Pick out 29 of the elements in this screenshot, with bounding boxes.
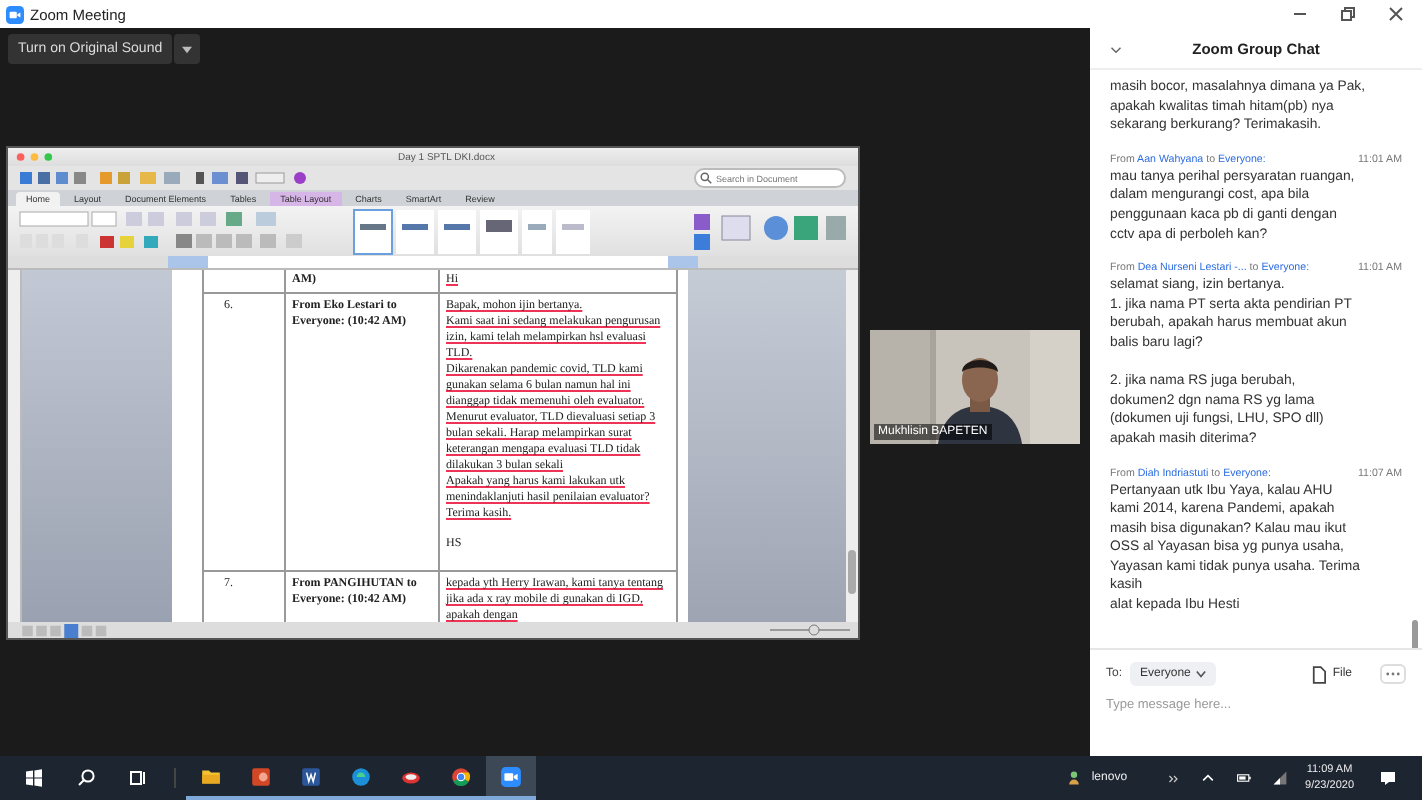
powerpoint-icon [250,765,272,787]
style-gallery-drawing[interactable] [352,207,592,255]
taskbar-app[interactable] [486,756,536,800]
chrome-icon [450,765,472,787]
zoom-logo-icon [6,5,24,23]
search-icon [700,172,712,184]
video-camera-icon [500,765,522,787]
chevron-down-icon[interactable] [1110,45,1122,53]
more-button[interactable] [1380,664,1406,684]
dropdown-button[interactable] [174,34,201,64]
battery-icon[interactable] [1235,770,1252,786]
close-icon[interactable] [1386,4,1406,24]
document-icon [1312,665,1327,683]
double-chevron-icon[interactable] [1167,773,1180,783]
edge-icon [350,765,372,787]
windows-start-icon[interactable] [24,768,44,788]
traffic-lights-icon[interactable] [16,152,56,162]
caret-icon [1196,670,1207,678]
person-icon [1065,770,1082,786]
wifi-icon[interactable] [1271,770,1288,786]
zoom-slider-drawing[interactable] [770,624,850,636]
restore-icon[interactable] [1338,4,1358,24]
chevron-up-icon[interactable] [1199,770,1216,786]
notification-icon[interactable] [1378,768,1398,788]
caret-icon [182,45,193,53]
task-view-icon[interactable] [128,768,148,788]
folder-icon [200,765,222,787]
search-icon[interactable] [76,768,96,788]
word-icon [300,765,322,787]
